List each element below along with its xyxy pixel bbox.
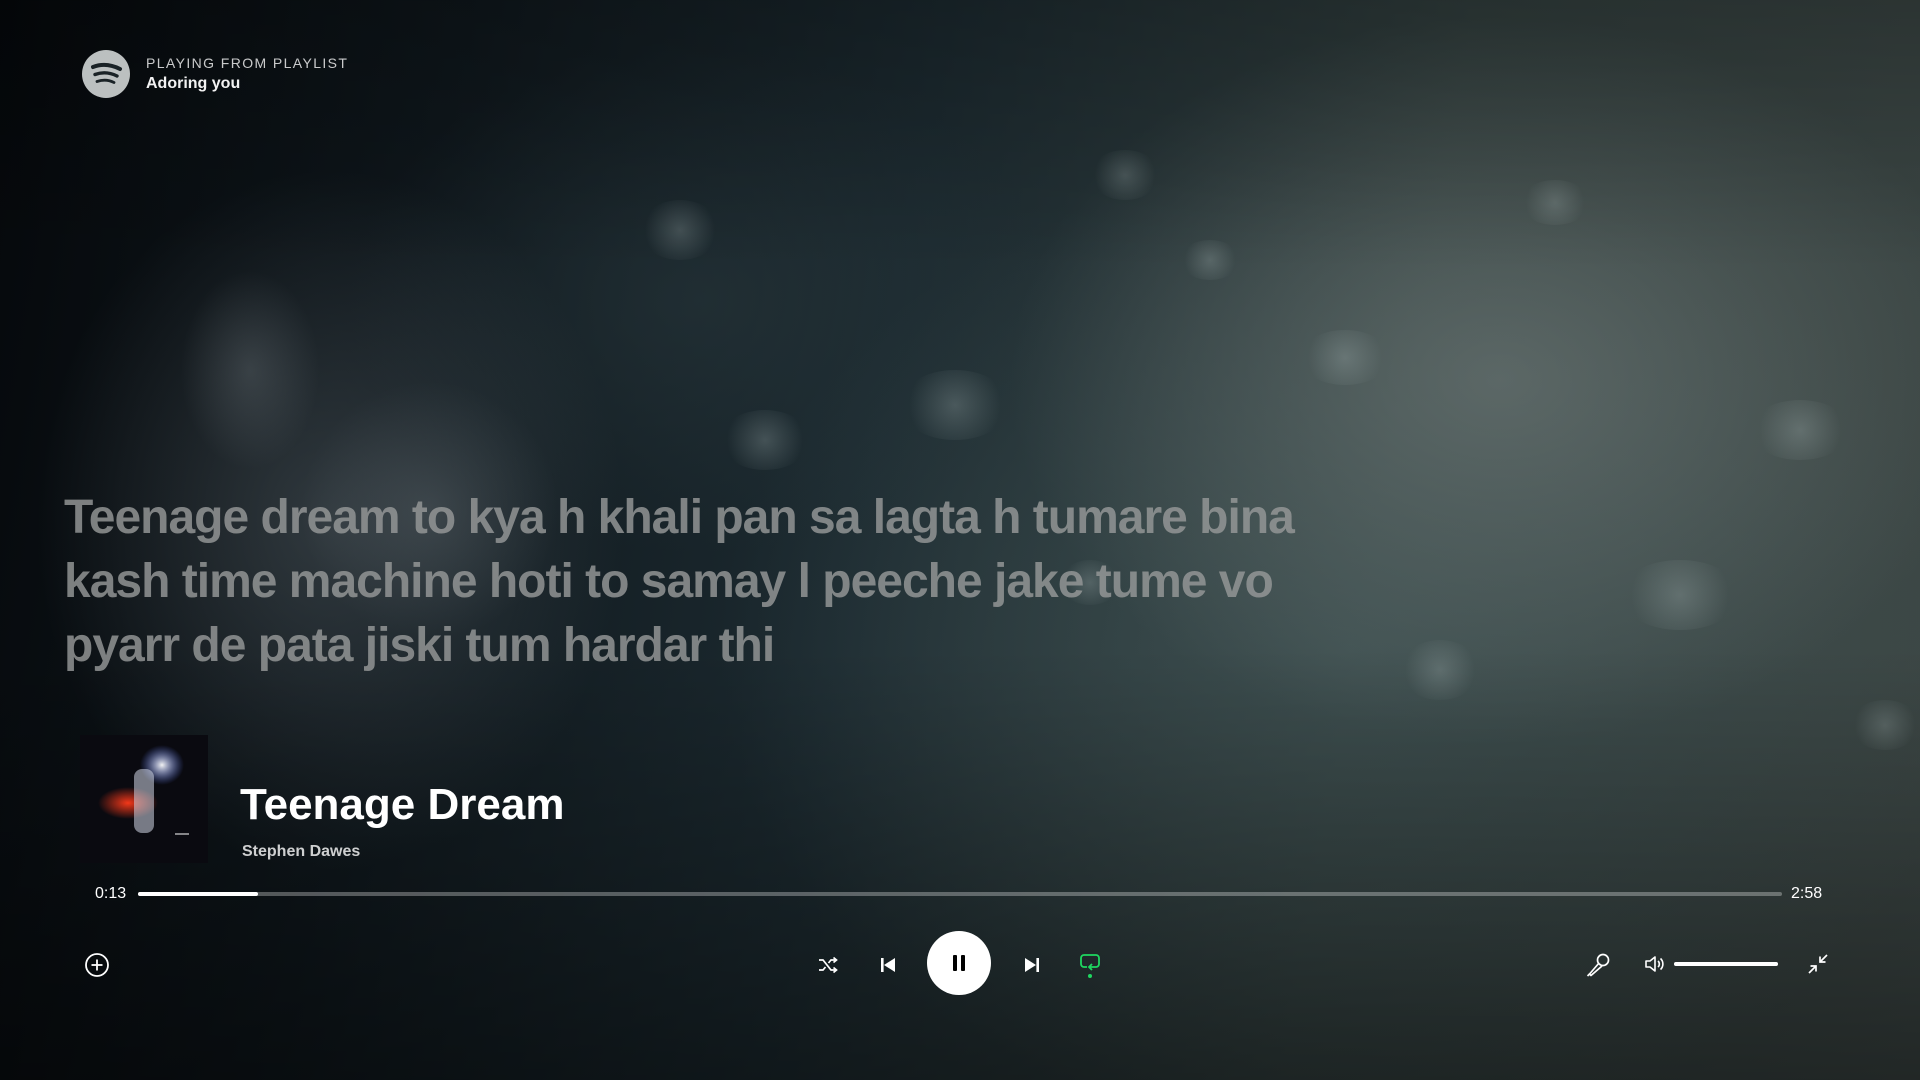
progress-fill — [138, 892, 258, 896]
next-icon — [1025, 958, 1039, 972]
lyrics-button[interactable] — [1583, 950, 1613, 980]
track-title[interactable]: Teenage Dream — [240, 780, 564, 830]
spotify-logo-icon[interactable] — [82, 50, 130, 98]
lyric-line[interactable]: pyarr de pata jiski tum hardar thi — [64, 614, 1394, 678]
pause-button[interactable] — [927, 931, 991, 995]
lyrics-panel: Teenage dream to kya h khali pan sa lagt… — [64, 486, 1394, 678]
next-button[interactable] — [1018, 951, 1046, 979]
total-time: 2:58 — [1791, 885, 1823, 902]
volume-button[interactable] — [1642, 951, 1668, 977]
context-info: PLAYING FROM PLAYLIST Adoring you — [146, 55, 348, 93]
volume-icon — [1645, 956, 1664, 972]
previous-icon — [881, 958, 895, 972]
volume-fill — [1674, 962, 1778, 966]
playlist-name[interactable]: Adoring you — [146, 75, 348, 93]
pause-icon — [953, 955, 965, 971]
add-circle-icon — [85, 953, 109, 977]
elapsed-time: 0:13 — [95, 885, 127, 902]
progress-bar[interactable] — [138, 892, 1782, 896]
album-art[interactable] — [80, 735, 208, 863]
repeat-button[interactable] — [1076, 948, 1104, 982]
shuffle-button[interactable] — [814, 951, 842, 979]
add-to-library-button[interactable] — [82, 950, 112, 980]
context-label: PLAYING FROM PLAYLIST — [146, 55, 349, 71]
microphone-icon — [1586, 953, 1610, 977]
lyric-line[interactable]: Teenage dream to kya h khali pan sa lagt… — [64, 486, 1394, 550]
playback-context: PLAYING FROM PLAYLIST Adoring you — [82, 50, 348, 98]
track-artist[interactable]: Stephen Dawes — [242, 843, 360, 861]
shuffle-icon — [819, 956, 838, 974]
lyric-line[interactable]: kash time machine hoti to samay l peeche… — [64, 550, 1394, 614]
exit-fullscreen-button[interactable] — [1803, 949, 1833, 979]
repeat-active-indicator — [1088, 974, 1092, 978]
volume-slider[interactable] — [1674, 962, 1778, 966]
minimize-icon — [1808, 954, 1828, 974]
repeat-icon — [1080, 954, 1100, 971]
fullscreen-player: PLAYING FROM PLAYLIST Adoring you Teenag… — [0, 0, 1920, 1080]
previous-button[interactable] — [874, 951, 902, 979]
